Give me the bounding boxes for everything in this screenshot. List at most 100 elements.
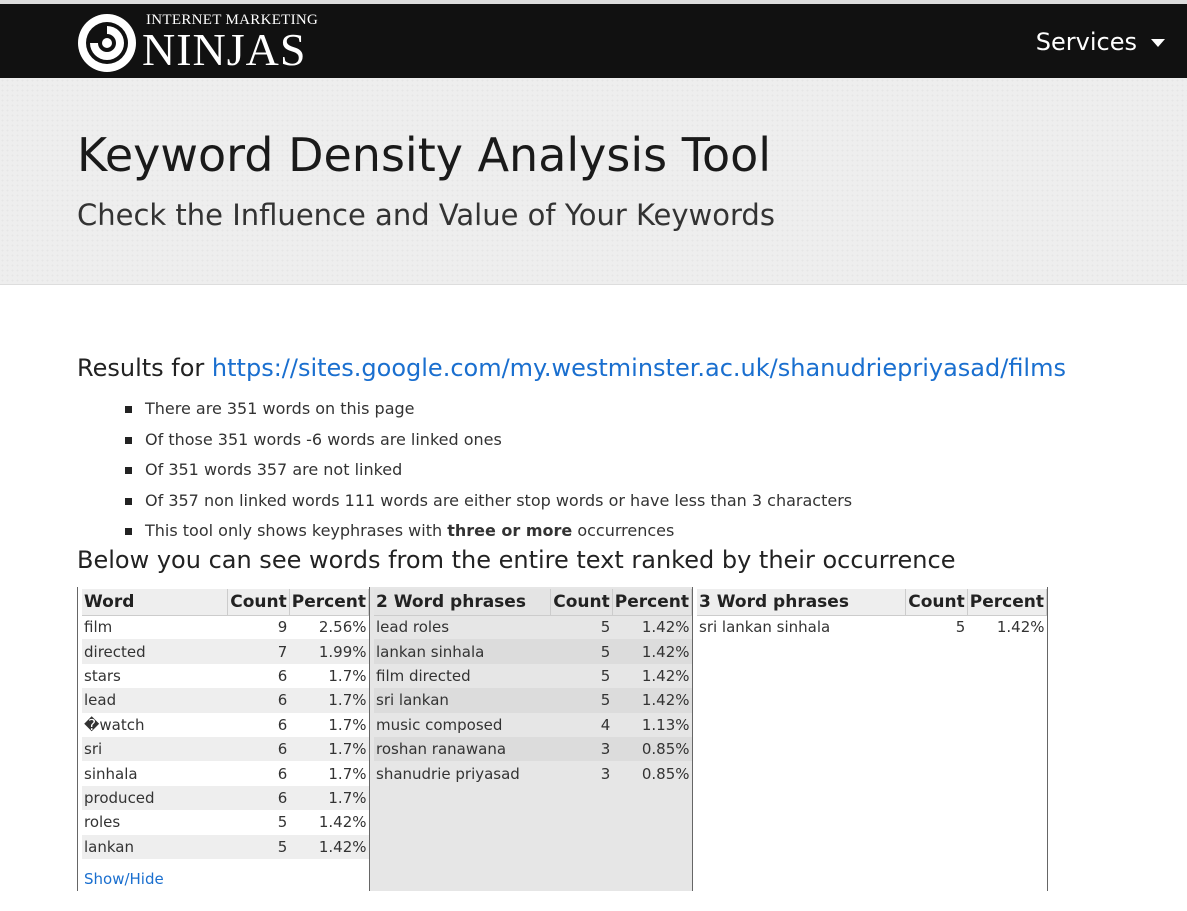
- stat-bold-text: three or more: [447, 521, 573, 540]
- column-header[interactable]: Word: [82, 589, 229, 616]
- stat-item: Of 357 non linked words 111 words are ei…: [125, 486, 852, 517]
- three-word-phrases-panel: 3 Word phrases Count Percent sri lankan sin…: [692, 587, 1048, 891]
- results-heading: Results for https://sites.google.com/my.…: [77, 354, 1066, 382]
- keyword-cell: sri lankan sinhala: [699, 618, 831, 637]
- count-cell: 6: [227, 736, 290, 762]
- logo-wordmark: NINJAS: [142, 24, 307, 75]
- page-subtitle: Check the Influence and Value of Your Ke…: [77, 198, 775, 232]
- two-word-phrases-panel: 2 Word phrases Count Percent lead roles 5 1.4…: [369, 587, 693, 891]
- top-navbar: INTERNET MARKETING NINJAS Services: [0, 0, 1187, 78]
- table-row: lead 6 1.7%: [82, 688, 369, 713]
- results-url-link[interactable]: https://sites.google.com/my.westminster.…: [212, 354, 1066, 382]
- count-cell: 6: [277, 715, 288, 734]
- count-cell: 5: [955, 618, 966, 637]
- keyword-cell: lead roles: [376, 618, 450, 637]
- column-header[interactable]: Percent: [967, 589, 1048, 616]
- table-row: sri lankan sinhala 5 1.42%: [697, 615, 1047, 639]
- services-menu[interactable]: Services: [1036, 28, 1165, 56]
- keyword-cell: sinhala: [84, 764, 138, 783]
- table-row: produced 6 1.7%: [82, 785, 369, 811]
- page-title: Keyword Density Analysis Tool: [77, 128, 772, 182]
- percent-cell: 1.7%: [289, 736, 369, 762]
- caret-down-icon: [1151, 39, 1165, 47]
- stat-text: occurrences: [572, 521, 675, 540]
- hero-banner: Keyword Density Analysis Tool Check the …: [0, 78, 1187, 285]
- table-row: roshan ranawana 3 0.85%: [374, 736, 692, 762]
- stat-item: This tool only shows keyphrases with thr…: [125, 516, 852, 547]
- count-cell: 6: [277, 764, 288, 783]
- column-header[interactable]: 3 Word phrases: [697, 589, 907, 616]
- ninja-swirl-icon: [78, 14, 136, 72]
- words-table: Word Count Percent film 9 2.56% directed 7 1.99%…: [82, 589, 370, 859]
- count-cell: 6: [277, 666, 288, 685]
- ranked-heading: Below you can see words from the entire …: [77, 546, 956, 574]
- stat-item: Of 351 words 357 are not linked: [125, 455, 852, 486]
- count-cell: 6: [227, 785, 290, 811]
- percent-cell: 1.42%: [612, 688, 692, 713]
- table-row: sri lankan 5 1.42%: [374, 688, 692, 713]
- three-word-phrases-table: 3 Word phrases Count Percent sri lankan sin…: [697, 589, 1048, 639]
- percent-cell: 1.13%: [641, 715, 690, 734]
- stats-list: There are 351 words on this page Of thos…: [125, 394, 852, 547]
- percent-cell: 1.42%: [641, 618, 690, 637]
- count-cell: 5: [600, 666, 611, 685]
- table-row: lankan sinhala 5 1.42%: [374, 639, 692, 664]
- table-row: sinhala 6 1.7%: [82, 761, 369, 785]
- table-row: sri 6 1.7%: [82, 736, 369, 762]
- keyword-cell: film: [84, 618, 113, 637]
- stat-item: Of those 351 words -6 words are linked o…: [125, 425, 852, 456]
- count-cell: 5: [227, 834, 290, 859]
- percent-cell: 1.7%: [328, 715, 367, 734]
- show-hide-link[interactable]: Show/Hide: [84, 870, 164, 888]
- percent-cell: 1.7%: [328, 764, 367, 783]
- percent-cell: 1.42%: [641, 666, 690, 685]
- site-logo[interactable]: INTERNET MARKETING NINJAS: [76, 10, 318, 76]
- keyword-cell: sri: [82, 736, 228, 762]
- count-cell: 9: [277, 618, 288, 637]
- table-row: directed 7 1.99%: [82, 639, 369, 664]
- table-row: shanudrie priyasad 3 0.85%: [374, 761, 692, 785]
- stat-text: This tool only shows keyphrases with: [145, 521, 448, 540]
- percent-cell: 0.85%: [612, 736, 692, 762]
- count-cell: 4: [600, 715, 611, 734]
- keyword-cell: roshan ranawana: [374, 736, 551, 762]
- keyword-cell: lead: [82, 688, 228, 713]
- percent-cell: 1.42%: [612, 639, 692, 664]
- services-label: Services: [1035, 28, 1137, 56]
- keyword-cell: shanudrie priyasad: [376, 764, 520, 783]
- keyword-cell: film directed: [376, 666, 471, 685]
- count-cell: 6: [227, 688, 290, 713]
- table-row: film 9 2.56%: [82, 615, 369, 639]
- words-table-panel: Word Count Percent film 9 2.56% directed 7 1.99%…: [77, 587, 370, 891]
- column-header[interactable]: Count: [227, 589, 290, 616]
- column-header[interactable]: Count: [905, 589, 968, 616]
- table-row: music composed 4 1.13%: [374, 713, 692, 737]
- stat-item: There are 351 words on this page: [125, 394, 852, 425]
- column-header[interactable]: Percent: [612, 589, 693, 616]
- count-cell: 5: [277, 813, 288, 832]
- percent-cell: 1.99%: [289, 639, 369, 664]
- percent-cell: 2.56%: [318, 618, 367, 637]
- keyword-cell: lankan sinhala: [374, 639, 551, 664]
- percent-cell: 0.85%: [641, 764, 690, 783]
- keyword-cell: �watch: [84, 715, 145, 734]
- count-cell: 7: [227, 639, 290, 664]
- table-row: stars 6 1.7%: [82, 664, 369, 688]
- keyword-cell: music composed: [376, 715, 503, 734]
- percent-cell: 1.42%: [996, 618, 1045, 637]
- two-word-phrases-table: 2 Word phrases Count Percent lead roles 5 1.4…: [374, 589, 693, 786]
- column-header[interactable]: Count: [550, 589, 613, 616]
- count-cell: 5: [550, 688, 613, 713]
- keyword-cell: roles: [84, 813, 121, 832]
- keyword-cell: lankan: [82, 834, 228, 859]
- count-cell: 3: [550, 736, 613, 762]
- percent-cell: 1.7%: [289, 688, 369, 713]
- column-header[interactable]: Percent: [289, 589, 370, 616]
- column-header[interactable]: 2 Word phrases: [374, 589, 552, 616]
- keyword-cell: directed: [82, 639, 228, 664]
- percent-cell: 1.42%: [318, 813, 367, 832]
- percent-cell: 1.42%: [289, 834, 369, 859]
- count-cell: 5: [550, 639, 613, 664]
- keyword-cell: sri lankan: [374, 688, 551, 713]
- keyword-cell: produced: [82, 785, 228, 811]
